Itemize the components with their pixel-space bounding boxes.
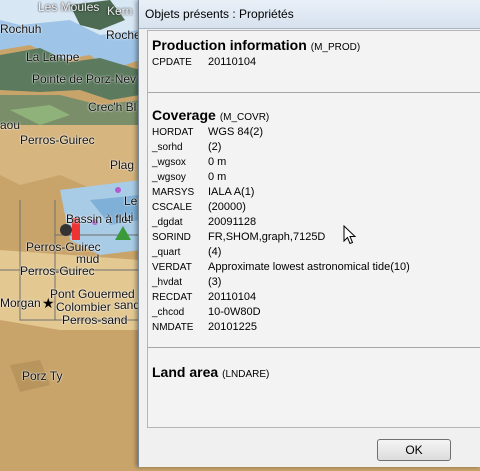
property-row: CSCALE (20000) <box>148 200 480 215</box>
map-label: Roche <box>106 28 141 42</box>
map-label: Perros-Guirec <box>20 264 95 278</box>
property-value: Approximate lowest astronomical tide(10) <box>208 261 410 273</box>
map-label: Pointe de Porz-Nev <box>32 72 137 86</box>
property-row: _chcod 10-0W80D <box>148 305 480 320</box>
property-key: _hvdat <box>152 277 183 288</box>
properties-dialog: Objets présents : Propriétés Production … <box>138 0 480 467</box>
property-value: (3) <box>208 276 222 288</box>
section-title: Coverage <box>152 107 216 123</box>
property-row: HORDAT WGS 84(2) <box>148 125 480 140</box>
property-value: (4) <box>208 246 222 258</box>
section-header-coverage: Coverage (M_COVR) <box>148 107 480 125</box>
property-key: _wgsox <box>152 157 186 168</box>
property-value: (2) <box>208 141 222 153</box>
map-label: Colombier <box>56 300 111 314</box>
property-row: VERDAT Approximate lowest astronomical ti… <box>148 260 480 275</box>
map-label: Bassin à flot <box>66 212 132 226</box>
section-code: (M_PROD) <box>310 42 361 53</box>
property-row: _wgsox 0 m <box>148 155 480 170</box>
property-key: CSCALE <box>152 202 193 213</box>
property-value: 20110104 <box>208 291 257 303</box>
map-label: Rochuh <box>0 22 42 36</box>
property-key: _quart <box>152 247 181 258</box>
map-label: Perros-Guirec <box>20 133 95 147</box>
property-row: _dgdat 20091128 <box>148 215 480 230</box>
section-title: Land area <box>152 364 219 380</box>
map-label: Plag <box>110 158 135 172</box>
map-label: Li <box>124 210 134 224</box>
property-value: IALA A(1) <box>208 186 255 198</box>
property-key: _dgdat <box>152 217 183 228</box>
map-label: Perros-sand <box>62 313 128 327</box>
property-row: _quart (4) <box>148 245 480 260</box>
mouse-pointer-icon <box>343 225 357 245</box>
section-title: Production information <box>152 37 307 53</box>
section-header-production: Production information (M_PROD) <box>148 37 480 55</box>
property-row: RECDAT 20110104 <box>148 290 480 305</box>
property-value: 20101225 <box>208 321 257 333</box>
property-key: VERDAT <box>152 262 192 273</box>
property-row: CPDATE 20110104 <box>148 55 480 70</box>
property-value: 0 m <box>208 156 227 168</box>
section-code: (M_COVR) <box>219 112 270 123</box>
map-label: Les Moules <box>38 0 100 14</box>
map-label: Kern <box>107 4 133 18</box>
map-label: La Lampe <box>26 50 80 64</box>
property-key: CPDATE <box>152 57 192 68</box>
map-label: aou <box>0 118 21 132</box>
section-code: (LNDARE) <box>222 369 270 380</box>
property-key: _wgsoy <box>152 172 186 183</box>
map-label: sand <box>114 298 141 312</box>
property-value: 20110104 <box>208 56 257 68</box>
map-label: Morgan <box>0 296 41 310</box>
property-row: _wgsoy 0 m <box>148 170 480 185</box>
property-key: _sorhd <box>152 142 183 153</box>
dialog-title[interactable]: Objets présents : Propriétés <box>139 0 480 29</box>
property-key: RECDAT <box>152 292 193 303</box>
section-header-land-area: Land area (LNDARE) <box>148 364 480 382</box>
properties-panel[interactable]: Production information (M_PROD) CPDATE 20… <box>147 30 480 428</box>
property-value: 10-0W80D <box>208 306 261 318</box>
property-key: _chcod <box>152 307 185 318</box>
property-key: MARSYS <box>152 187 195 198</box>
property-row: _sorhd (2) <box>148 140 480 155</box>
map-label: Porz Ty <box>22 369 63 383</box>
property-key: HORDAT <box>152 127 194 138</box>
property-key: SORIND <box>152 232 191 243</box>
map-label: Crec'h Bl <box>88 100 137 114</box>
property-row: _hvdat (3) <box>148 275 480 290</box>
property-value: 0 m <box>208 171 227 183</box>
ok-button[interactable]: OK <box>377 439 451 461</box>
property-value: WGS 84(2) <box>208 126 264 138</box>
property-row: NMDATE 20101225 <box>148 320 480 335</box>
property-row: SORIND FR,SHOM,graph,7125D <box>148 230 480 245</box>
property-key: NMDATE <box>152 322 194 333</box>
property-value: (20000) <box>208 201 246 213</box>
map-label: Le <box>124 194 138 208</box>
property-row: MARSYS IALA A(1) <box>148 185 480 200</box>
